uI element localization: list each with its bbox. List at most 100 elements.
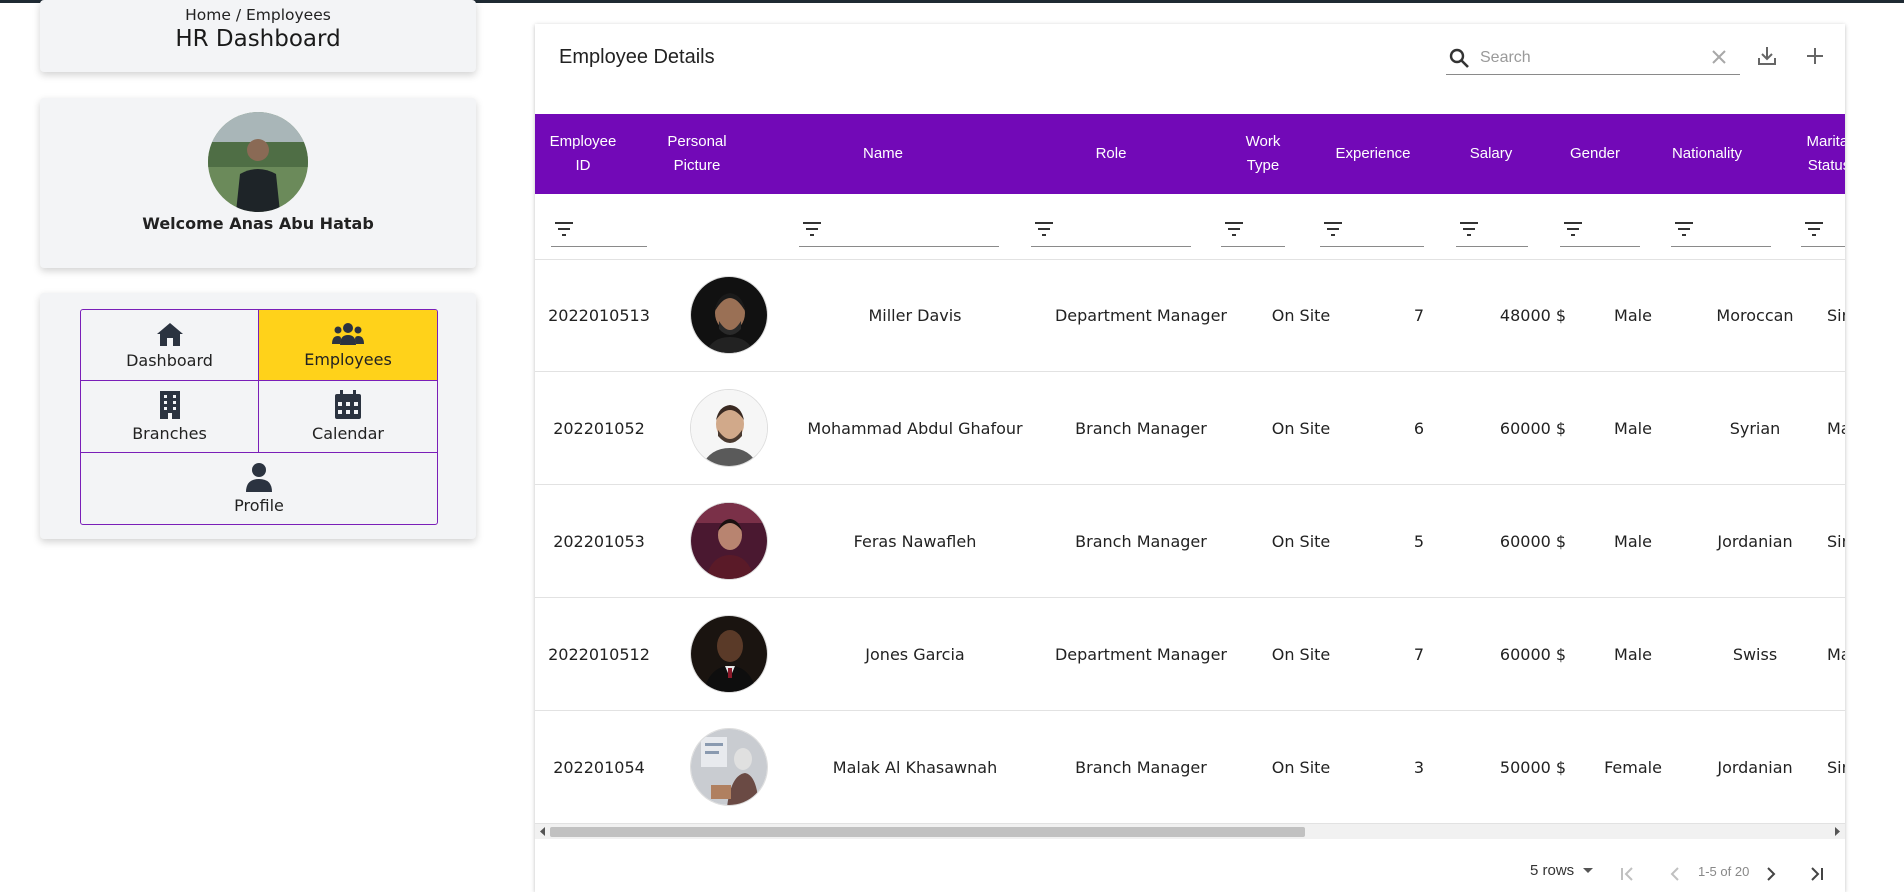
cell-picture <box>663 598 795 710</box>
cell-salary: 60000 $ <box>1499 418 1567 438</box>
rows-per-page-select[interactable]: 5 rows <box>1530 862 1594 879</box>
cell-experience: 3 <box>1413 757 1425 777</box>
column-header[interactable]: Name <box>763 114 1003 194</box>
cell-role: Branch Manager <box>1075 418 1207 438</box>
employee-table-panel: Employee Details Employee ID Personal Pi… <box>535 24 1845 892</box>
nav-item-employees[interactable]: Employees <box>259 310 437 381</box>
column-header[interactable]: Role <box>1003 114 1219 194</box>
employee-photo <box>690 615 768 693</box>
cell-nationality: Syrian <box>1729 418 1781 438</box>
filter-field[interactable] <box>799 214 999 247</box>
filter-field[interactable] <box>1221 214 1285 247</box>
nav-item-calendar[interactable]: Calendar <box>259 381 437 453</box>
filter-field[interactable] <box>1560 214 1640 247</box>
filter-field[interactable] <box>1031 214 1191 247</box>
nav-item-profile[interactable]: Profile <box>81 453 437 524</box>
filter-icon <box>1675 222 1693 236</box>
filter-icon <box>1225 222 1243 236</box>
horizontal-scrollbar[interactable] <box>535 824 1845 839</box>
filter-icon <box>1564 222 1582 236</box>
nav-item-dashboard[interactable]: Dashboard <box>81 310 259 381</box>
cell-gender: Male <box>1614 644 1652 664</box>
filter-field[interactable] <box>551 214 647 247</box>
header-card: Home / Employees HR Dashboard <box>40 0 476 72</box>
filter-field[interactable] <box>1456 214 1528 247</box>
column-header[interactable]: Nationality <box>1647 114 1767 194</box>
column-header[interactable]: Marital Status <box>1767 114 1845 194</box>
cell-marital-status: Married <box>1827 644 1845 664</box>
cell-employee-id: 202201054 <box>553 757 645 777</box>
cell-marital-status: Married <box>1827 418 1845 438</box>
cell-picture <box>663 711 795 823</box>
page-title: HR Dashboard <box>175 26 341 52</box>
table-row[interactable]: 202201053 Feras Nawafleh Branch Manager … <box>535 485 1845 598</box>
scrollbar-thumb[interactable] <box>550 827 1305 837</box>
cell-work-type: On Site <box>1271 757 1331 777</box>
filter-field[interactable] <box>1671 214 1771 247</box>
cell-marital-status: Single <box>1827 531 1845 551</box>
filter-icon <box>555 222 573 236</box>
nav-label-calendar: Calendar <box>312 424 384 443</box>
filter-field[interactable] <box>1320 214 1424 247</box>
column-header[interactable]: Work Type <box>1219 114 1307 194</box>
cell-work-type: On Site <box>1271 644 1331 664</box>
nav-grid: Dashboard Employees Branches Calendar Pr… <box>80 309 438 525</box>
cell-salary: 48000 $ <box>1499 305 1567 325</box>
cell-marital-status: Single <box>1827 757 1845 777</box>
cell-experience: 7 <box>1413 644 1425 664</box>
employee-photo <box>690 389 768 467</box>
welcome-text: Welcome Anas Abu Hatab <box>142 214 374 233</box>
users-icon <box>332 322 364 345</box>
filter-icon <box>1035 222 1053 236</box>
cell-nationality: Jordanian <box>1717 531 1793 551</box>
download-icon[interactable] <box>1755 44 1779 68</box>
search-icon <box>1449 48 1469 68</box>
cell-experience: 6 <box>1413 418 1425 438</box>
cell-role: Department Manager <box>1054 305 1228 325</box>
table-row[interactable]: 2022010513 Miller Davis Department Manag… <box>535 259 1845 372</box>
column-header[interactable]: Personal Picture <box>631 114 763 194</box>
cell-experience: 5 <box>1413 531 1425 551</box>
scroll-left-arrow-icon[interactable] <box>539 827 547 836</box>
first-page-icon[interactable] <box>1617 864 1637 884</box>
page-range: 1-5 of 20 <box>1698 864 1750 879</box>
table-row[interactable]: 202201052 Mohammad Abdul Ghafour Branch … <box>535 372 1845 485</box>
cell-employee-id: 202201053 <box>553 531 645 551</box>
cell-employee-id: 202201052 <box>553 418 645 438</box>
table-header: Employee ID Personal Picture Name Role W… <box>535 114 1845 194</box>
cell-work-type: On Site <box>1271 305 1331 325</box>
next-page-icon[interactable] <box>1761 864 1781 884</box>
filter-field[interactable] <box>1801 214 1845 247</box>
table-row[interactable]: 202201054 Malak Al Khasawnah Branch Mana… <box>535 711 1845 824</box>
table-row[interactable]: 2022010512 Jones Garcia Department Manag… <box>535 598 1845 711</box>
filter-icon <box>1460 222 1478 236</box>
rows-per-page-value: 5 rows <box>1530 862 1575 879</box>
cell-experience: 7 <box>1413 305 1425 325</box>
search-input[interactable] <box>1478 44 1702 72</box>
user-icon <box>246 463 272 492</box>
column-header[interactable]: Gender <box>1543 114 1647 194</box>
last-page-icon[interactable] <box>1807 864 1827 884</box>
scroll-right-arrow-icon[interactable] <box>1833 827 1841 836</box>
cell-role: Branch Manager <box>1075 531 1207 551</box>
nav-label-dashboard: Dashboard <box>126 350 213 370</box>
cell-name: Mohammad Abdul Ghafour <box>807 418 1023 438</box>
add-icon[interactable] <box>1803 44 1827 68</box>
cell-salary: 50000 $ <box>1499 757 1567 777</box>
cell-work-type: On Site <box>1271 531 1331 551</box>
cell-gender: Male <box>1614 531 1652 551</box>
filter-icon <box>1324 222 1342 236</box>
clear-search-icon[interactable] <box>1710 48 1728 66</box>
cell-picture <box>663 259 795 371</box>
column-header[interactable]: Salary <box>1439 114 1543 194</box>
column-header[interactable]: Experience <box>1307 114 1439 194</box>
previous-page-icon[interactable] <box>1665 864 1685 884</box>
column-header[interactable]: Employee ID <box>535 114 631 194</box>
nav-item-branches[interactable]: Branches <box>81 381 259 453</box>
cell-gender: Male <box>1614 418 1652 438</box>
breadcrumb[interactable]: Home / Employees <box>40 6 476 24</box>
cell-gender: Female <box>1604 757 1662 777</box>
cell-picture <box>663 485 795 597</box>
cell-name: Malak Al Khasawnah <box>832 757 998 777</box>
cell-employee-id: 2022010512 <box>548 644 650 664</box>
